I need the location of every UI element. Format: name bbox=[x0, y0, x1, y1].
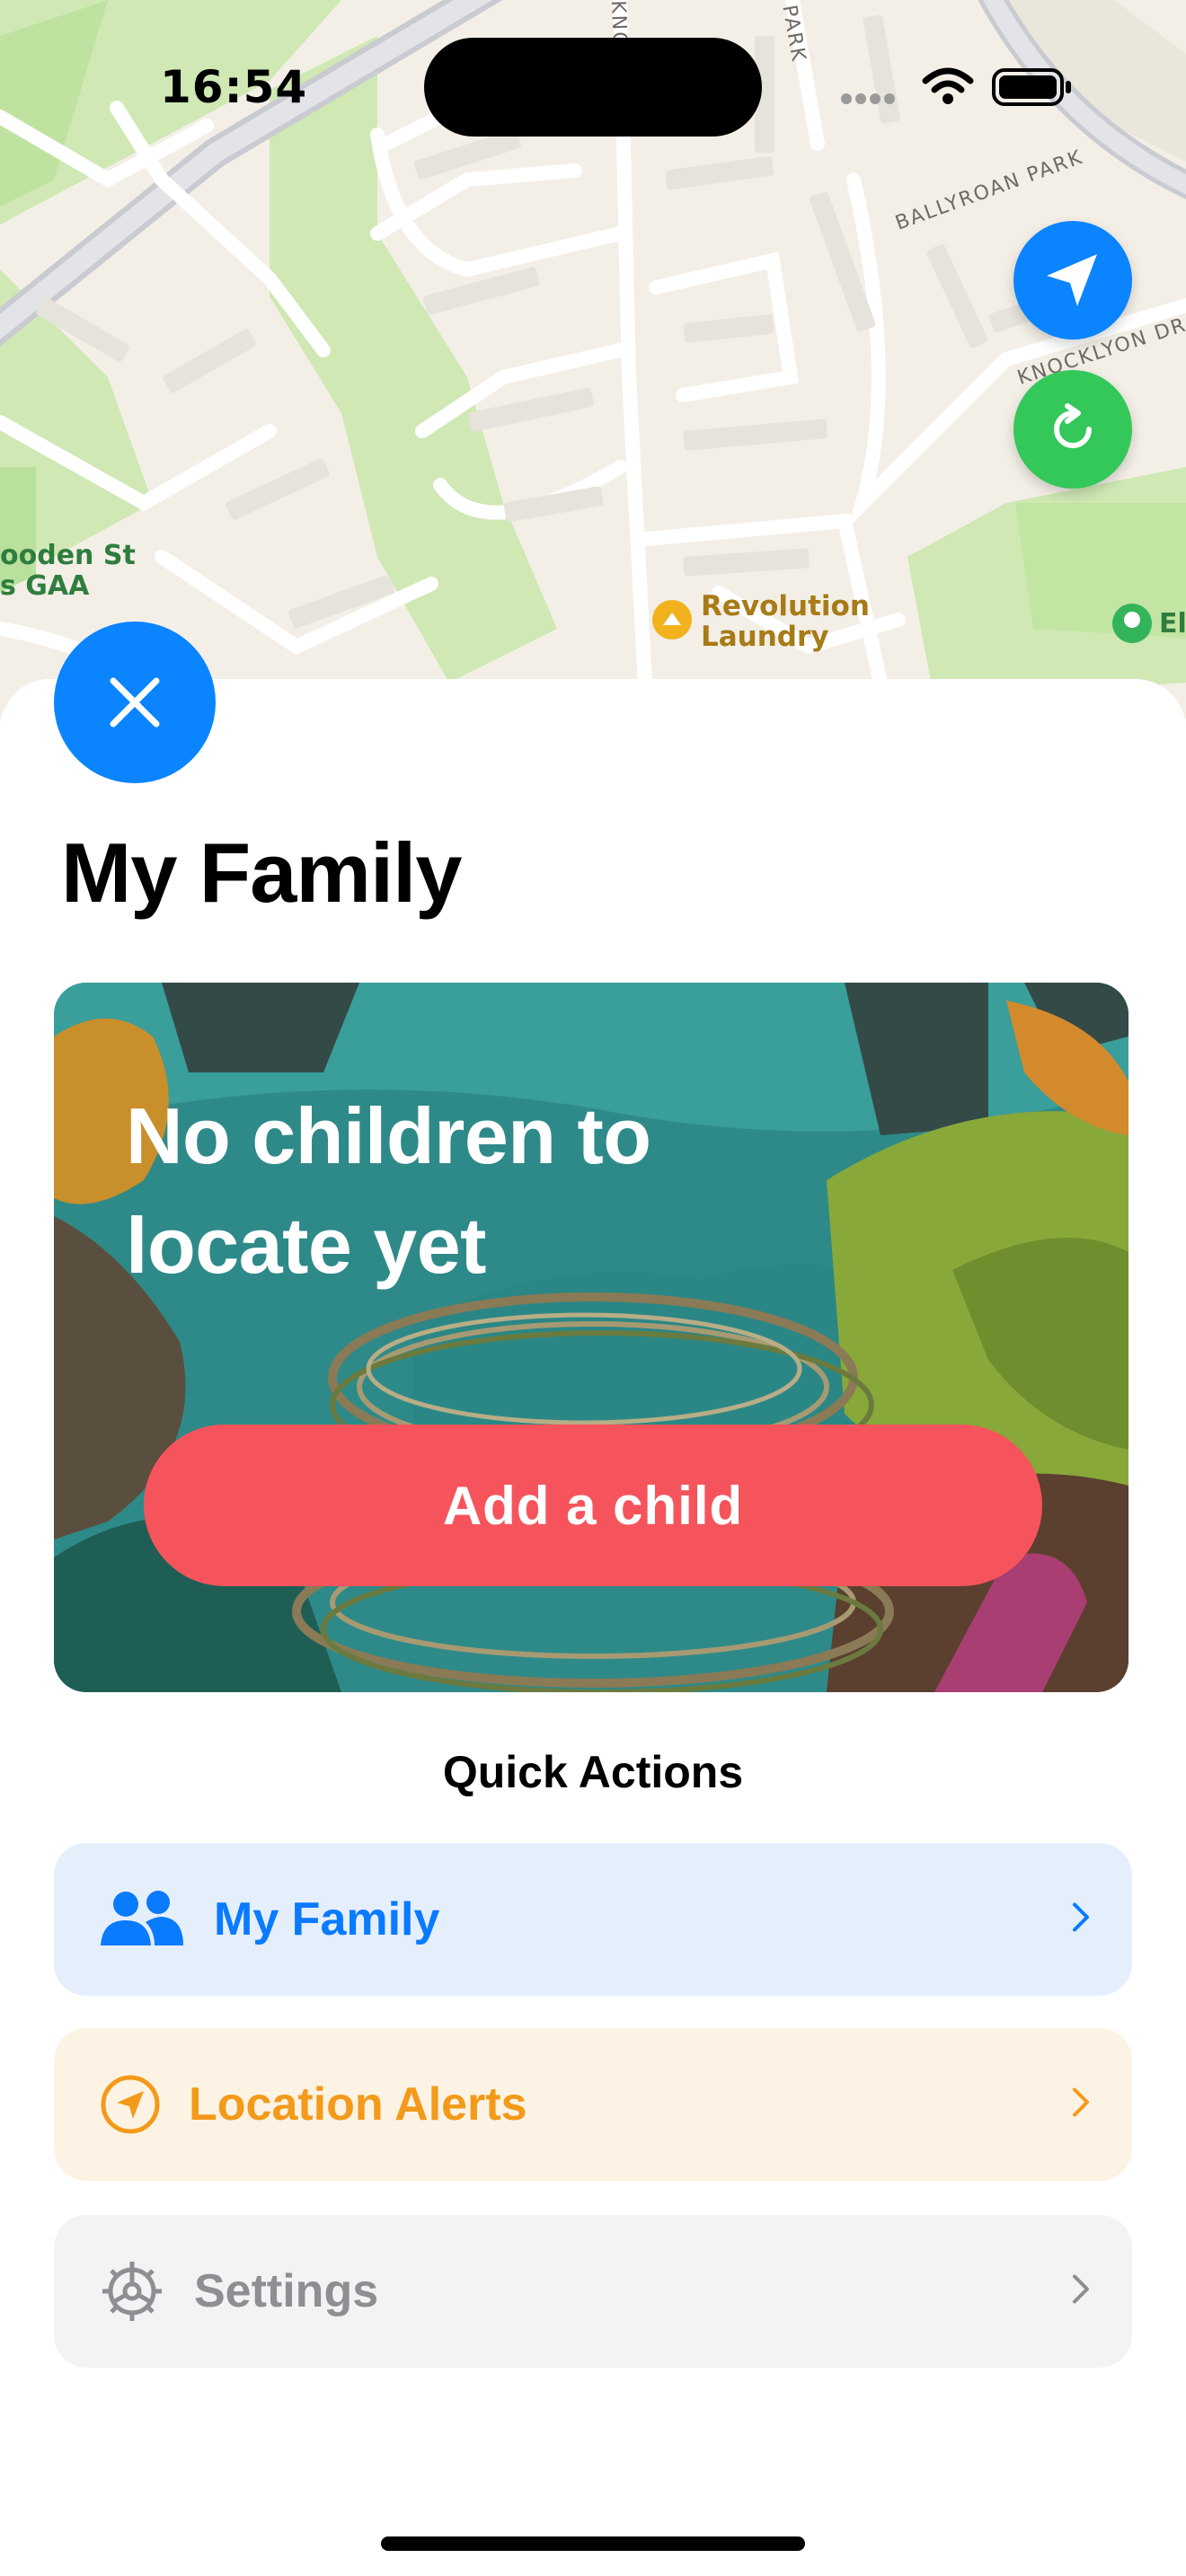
refresh-icon bbox=[1054, 403, 1092, 448]
locate-me-button[interactable] bbox=[1013, 221, 1132, 340]
close-button[interactable] bbox=[54, 622, 216, 783]
quick-action-label: My Family bbox=[214, 1893, 440, 1945]
status-time: 16:54 bbox=[160, 61, 308, 113]
home-indicator[interactable] bbox=[381, 2536, 805, 2551]
chevron-right-icon bbox=[1071, 1901, 1091, 1938]
wifi-icon bbox=[922, 67, 974, 93]
empty-state-message: No children to locate yet bbox=[126, 1091, 651, 1290]
quick-action-location-alerts[interactable]: Location Alerts bbox=[54, 2028, 1132, 2181]
quick-action-label: Location Alerts bbox=[189, 2078, 527, 2130]
quick-action-my-family[interactable]: My Family bbox=[54, 1843, 1132, 1996]
page-title: My Family bbox=[61, 825, 462, 920]
quick-action-label: Settings bbox=[194, 2265, 379, 2317]
quick-action-settings[interactable]: Settings bbox=[54, 2215, 1132, 2368]
quick-actions-title: Quick Actions bbox=[442, 1747, 744, 1797]
battery-icon bbox=[992, 68, 1071, 106]
gear-icon bbox=[99, 2258, 165, 2325]
map-label-gaa-line2: s GAA bbox=[0, 570, 90, 602]
people-icon bbox=[99, 1888, 185, 1951]
map-poi-label-line1: Revolution bbox=[701, 590, 870, 622]
chevron-right-icon bbox=[1071, 2086, 1091, 2123]
close-icon bbox=[110, 677, 160, 728]
map-label-gaa-line1: ooden St bbox=[0, 540, 136, 571]
app-screen: BALLYROAN PARK KNOCKLYON DR PARK KNOCKLY… bbox=[0, 0, 1186, 2576]
location-arrow-icon bbox=[99, 2073, 162, 2136]
map-poi-label-line2: Laundry bbox=[701, 621, 829, 653]
empty-state-card: No children to locate yet Add a child bbox=[54, 983, 1128, 1692]
refresh-button[interactable] bbox=[1013, 370, 1132, 489]
cellular-icon bbox=[841, 93, 895, 104]
add-child-button[interactable]: Add a child bbox=[144, 1425, 1042, 1586]
dynamic-island bbox=[424, 38, 762, 137]
map-poi-label-edge: El bbox=[1159, 608, 1186, 640]
chevron-right-icon bbox=[1071, 2273, 1091, 2310]
location-arrow-icon bbox=[1047, 254, 1097, 306]
status-icons bbox=[836, 63, 1078, 108]
